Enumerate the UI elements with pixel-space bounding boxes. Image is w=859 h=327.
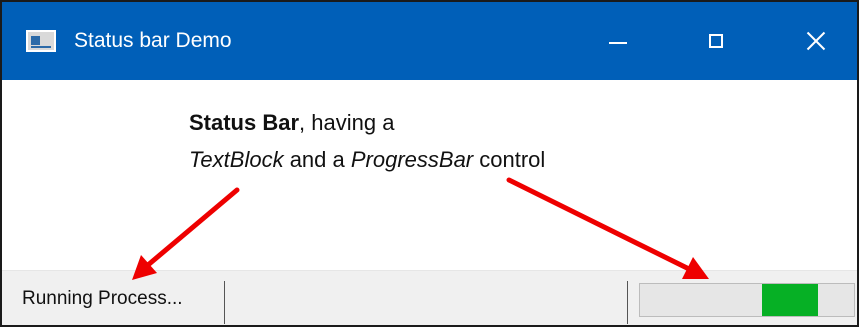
status-bar-separator — [627, 281, 628, 324]
maximize-button[interactable] — [670, 2, 762, 80]
close-button[interactable] — [770, 2, 857, 80]
bold-status-bar-text: Status Bar — [189, 110, 300, 135]
title-bar[interactable]: Status bar Demo — [2, 2, 857, 80]
app-window-icon[interactable] — [26, 30, 56, 52]
window-content: Status Bar, having a TextBlock and a Pro… — [2, 80, 857, 270]
description-line-1: Status Bar, having a — [189, 104, 545, 141]
progress-bar-fill — [761, 284, 818, 316]
description-control: control — [473, 147, 546, 172]
application-window: Status bar Demo Status Bar, having a Tex… — [0, 0, 859, 327]
maximize-icon — [709, 34, 723, 48]
italic-progressbar-text: ProgressBar — [350, 147, 474, 172]
italic-textblock-text: TextBlock — [189, 147, 284, 172]
minimize-button[interactable] — [572, 2, 664, 80]
description-and-a: and a — [283, 147, 351, 172]
description-line-1-rest: , having a — [299, 110, 395, 135]
description-text: Status Bar, having a TextBlock and a Pro… — [189, 104, 545, 178]
progress-bar — [639, 283, 855, 317]
description-line-2: TextBlock and a ProgressBar control — [189, 141, 545, 178]
status-text-block: Running Process... — [22, 288, 183, 309]
window-title: Status bar Demo — [74, 29, 232, 52]
minimize-icon — [609, 42, 627, 44]
status-bar: Running Process... — [2, 270, 857, 325]
close-icon — [806, 31, 826, 51]
status-bar-separator — [224, 281, 225, 324]
